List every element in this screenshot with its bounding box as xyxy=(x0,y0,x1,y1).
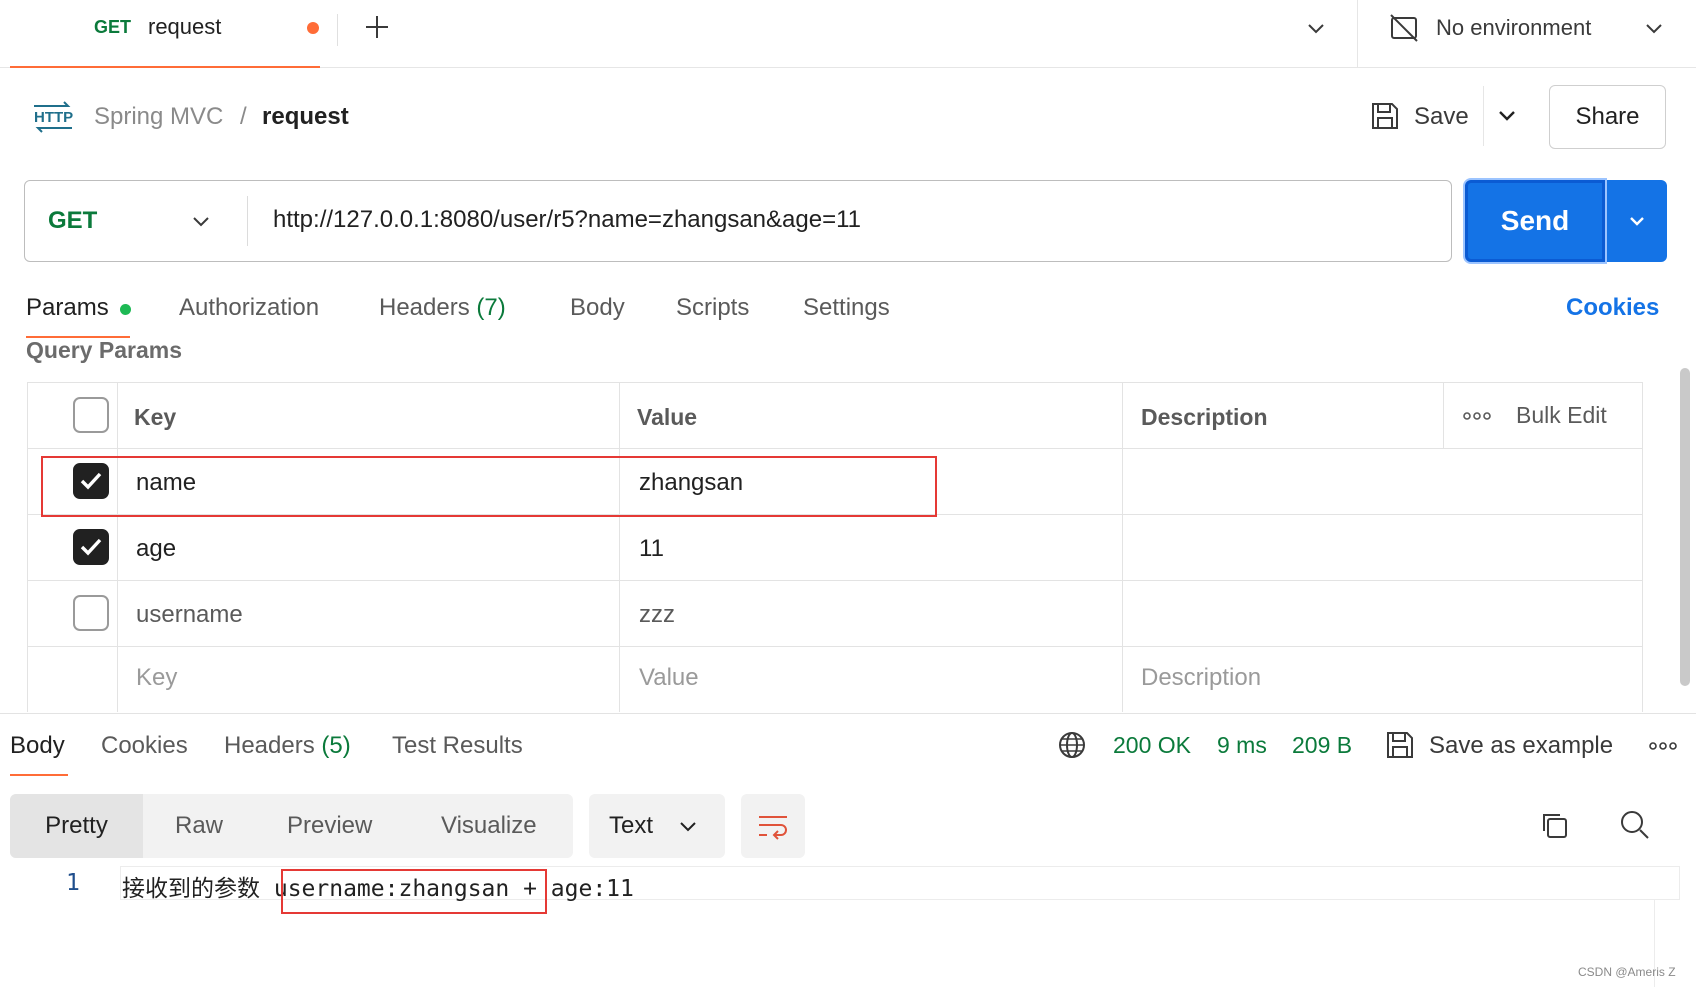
new-param-key-input[interactable]: Key xyxy=(136,664,177,692)
copy-icon[interactable] xyxy=(1539,810,1569,840)
tab-title[interactable]: request xyxy=(148,14,221,40)
status-code[interactable]: 200 OK xyxy=(1113,732,1191,759)
response-tab-body[interactable]: Body xyxy=(10,732,65,760)
format-pretty[interactable]: Pretty xyxy=(10,794,143,858)
param-value-cell[interactable]: 11 xyxy=(639,535,664,563)
method-label: GET xyxy=(48,207,98,234)
param-enabled-checkbox[interactable] xyxy=(73,529,109,565)
wrap-lines-icon xyxy=(757,812,789,840)
params-active-dot xyxy=(120,304,131,315)
send-button[interactable]: Send xyxy=(1465,180,1605,262)
globe-icon[interactable] xyxy=(1057,730,1087,760)
response-divider xyxy=(0,713,1696,714)
new-param-value-input[interactable]: Value xyxy=(639,664,699,692)
table-divider xyxy=(27,646,1643,647)
chevron-down-icon[interactable] xyxy=(1644,18,1664,38)
tab-scripts[interactable]: Scripts xyxy=(676,294,749,322)
save-icon[interactable] xyxy=(1370,101,1400,131)
select-all-checkbox[interactable] xyxy=(73,397,109,433)
tab-params[interactable]: Params xyxy=(26,294,109,322)
response-tab-cookies[interactable]: Cookies xyxy=(101,732,188,760)
breadcrumb-request-name[interactable]: request xyxy=(262,103,349,131)
environment-divider xyxy=(1357,0,1358,68)
cookies-link[interactable]: Cookies xyxy=(1566,294,1659,322)
table-column-divider xyxy=(1443,382,1444,448)
breadcrumb-collection[interactable]: Spring MVC xyxy=(94,103,223,131)
response-tab-headers-label: Headers xyxy=(224,732,315,759)
response-tab-test-results[interactable]: Test Results xyxy=(392,732,523,760)
unsaved-indicator-dot xyxy=(307,22,319,34)
table-divider xyxy=(27,580,1643,581)
response-tab-headers-count: (5) xyxy=(321,732,351,759)
tab-divider xyxy=(337,14,338,46)
table-column-divider xyxy=(619,382,620,712)
table-divider xyxy=(27,448,1643,449)
save-as-example-button[interactable]: Save as example xyxy=(1429,732,1613,760)
tab-settings[interactable]: Settings xyxy=(803,294,890,322)
active-tab-underline xyxy=(10,774,68,776)
plus-icon[interactable] xyxy=(364,14,390,40)
tab-body[interactable]: Body xyxy=(570,294,625,322)
chevron-down-icon xyxy=(1627,211,1647,231)
param-value-cell[interactable]: zzz xyxy=(639,601,675,629)
chevron-down-icon[interactable] xyxy=(190,210,212,232)
param-key-cell[interactable]: username xyxy=(136,601,243,629)
line-number: 1 xyxy=(66,870,80,896)
save-icon[interactable] xyxy=(1385,730,1415,760)
format-visualize[interactable]: Visualize xyxy=(441,812,537,840)
highlight-box xyxy=(281,869,547,914)
response-size[interactable]: 209 B xyxy=(1292,732,1352,759)
environment-select[interactable]: No environment xyxy=(1436,15,1591,41)
share-button[interactable]: Share xyxy=(1549,85,1666,149)
table-column-divider xyxy=(1122,382,1123,712)
tab-method-label: GET xyxy=(94,17,132,37)
column-header-value: Value xyxy=(637,404,698,430)
chevron-down-icon[interactable] xyxy=(1306,18,1326,38)
column-header-description: Description xyxy=(1141,404,1268,430)
language-label: Text xyxy=(609,812,654,839)
checkmark-icon xyxy=(75,531,107,563)
highlight-box xyxy=(41,456,937,517)
chevron-down-icon xyxy=(678,816,698,836)
column-header-key: Key xyxy=(134,404,177,430)
no-environment-icon xyxy=(1388,12,1420,44)
method-divider xyxy=(247,196,248,246)
params-table xyxy=(27,382,1643,712)
wrap-lines-button[interactable] xyxy=(741,794,805,858)
response-tab-headers[interactable]: Headers (5) xyxy=(224,732,351,760)
tab-headers-count: (7) xyxy=(476,294,506,321)
scrollbar-thumb[interactable] xyxy=(1680,368,1690,686)
tab-headers[interactable]: Headers (7) xyxy=(379,294,506,322)
search-icon[interactable] xyxy=(1618,808,1650,840)
bulk-edit-button[interactable]: Bulk Edit xyxy=(1516,402,1607,429)
chevron-down-icon[interactable] xyxy=(1496,104,1518,126)
more-options-icon[interactable] xyxy=(1648,738,1678,754)
save-divider xyxy=(1483,86,1484,146)
send-options-button[interactable] xyxy=(1607,180,1667,262)
save-button[interactable]: Save xyxy=(1414,103,1469,131)
table-column-divider xyxy=(117,382,118,712)
new-param-description-input[interactable]: Description xyxy=(1141,664,1261,692)
format-raw[interactable]: Raw xyxy=(175,812,223,840)
more-options-icon[interactable] xyxy=(1462,406,1492,426)
svg-text:HTTP: HTTP xyxy=(34,109,73,126)
tab-headers-label: Headers xyxy=(379,294,470,321)
http-request-icon: HTTP xyxy=(32,100,74,134)
response-time[interactable]: 9 ms xyxy=(1217,732,1267,759)
tab-authorization[interactable]: Authorization xyxy=(179,294,319,322)
breadcrumb-separator: / xyxy=(240,103,247,130)
param-enabled-checkbox[interactable] xyxy=(73,595,109,631)
query-params-title: Query Params xyxy=(26,337,182,363)
watermark: CSDN @Ameris Z xyxy=(1578,965,1676,979)
format-preview[interactable]: Preview xyxy=(287,812,372,840)
param-key-cell[interactable]: age xyxy=(136,535,176,563)
url-input[interactable]: http://127.0.0.1:8080/user/r5?name=zhang… xyxy=(273,206,861,234)
